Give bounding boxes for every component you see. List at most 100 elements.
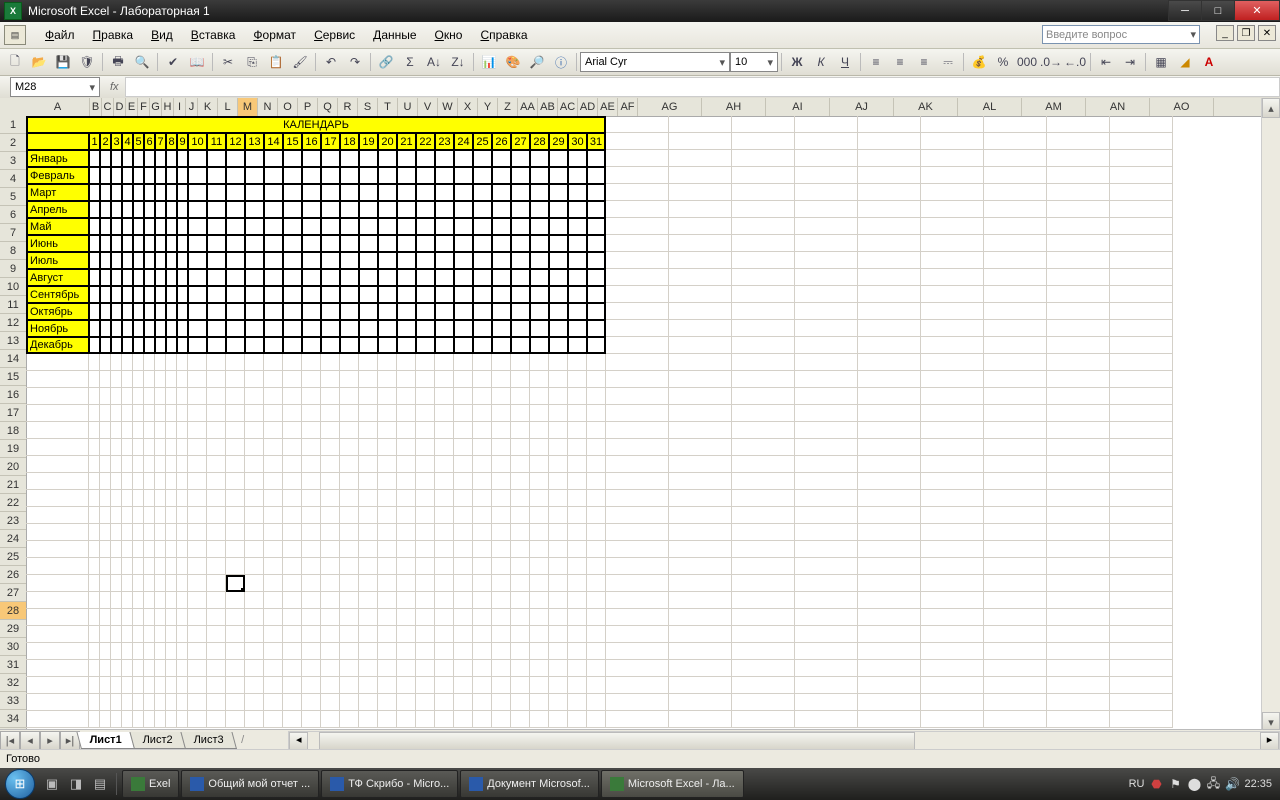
row-header[interactable]: 3	[0, 152, 26, 170]
increase-decimal-icon[interactable]: .0→	[1041, 52, 1061, 72]
col-header[interactable]: AO	[1150, 98, 1214, 116]
autosum-icon[interactable]: Σ	[400, 52, 420, 72]
row-header[interactable]: 13	[0, 332, 26, 350]
scroll-left-icon[interactable]: ◂	[289, 732, 308, 751]
menu-Данные[interactable]: Данные	[364, 25, 425, 45]
col-header[interactable]: V	[418, 98, 438, 116]
tab-nav-prev-icon[interactable]: ◂	[20, 731, 40, 750]
col-header[interactable]: O	[278, 98, 298, 116]
row-header[interactable]: 2	[0, 134, 26, 152]
sort-asc-icon[interactable]: A↓	[424, 52, 444, 72]
bold-icon[interactable]: Ж	[787, 52, 807, 72]
col-header[interactable]: W	[438, 98, 458, 116]
row-header[interactable]: 21	[0, 476, 26, 494]
col-header[interactable]: P	[298, 98, 318, 116]
preview-icon[interactable]: 🔍	[132, 52, 152, 72]
doc-restore-button[interactable]: ❐	[1237, 25, 1255, 41]
column-headers[interactable]: ABCDEFGHIJKLMNOPQRSTUVWXYZAAABACADAEAFAG…	[26, 98, 1262, 117]
print-icon[interactable]: 🖶	[108, 52, 128, 72]
fx-icon[interactable]: fx	[110, 81, 119, 93]
name-box[interactable]: M28▾	[10, 77, 100, 97]
menu-Окно[interactable]: Окно	[426, 25, 472, 45]
col-header[interactable]: AL	[958, 98, 1022, 116]
clock[interactable]: 22:35	[1244, 778, 1272, 790]
row-header[interactable]: 15	[0, 368, 26, 386]
row-header[interactable]: 26	[0, 566, 26, 584]
row-header[interactable]: 25	[0, 548, 26, 566]
col-header[interactable]: R	[338, 98, 358, 116]
col-header[interactable]: X	[458, 98, 478, 116]
col-header[interactable]: Z	[498, 98, 518, 116]
row-header[interactable]: 7	[0, 224, 26, 242]
increase-indent-icon[interactable]: ⇥	[1120, 52, 1140, 72]
align-left-icon[interactable]: ≡	[866, 52, 886, 72]
hyperlink-icon[interactable]: 🔗	[376, 52, 396, 72]
sheet-tab[interactable]: Лист3	[181, 732, 238, 749]
tray-volume-icon[interactable]: 🔊	[1225, 777, 1239, 791]
row-header[interactable]: 29	[0, 620, 26, 638]
col-header[interactable]: AN	[1086, 98, 1150, 116]
menu-Вид[interactable]: Вид	[142, 25, 182, 45]
row-header[interactable]: 16	[0, 386, 26, 404]
col-header[interactable]: C	[102, 98, 114, 116]
menu-Формат[interactable]: Формат	[244, 25, 305, 45]
research-icon[interactable]: 📖	[187, 52, 207, 72]
col-header[interactable]: F	[138, 98, 150, 116]
merge-icon[interactable]: ⎓	[938, 52, 958, 72]
quick-launch-icon[interactable]: ◨	[65, 773, 87, 795]
col-header[interactable]: B	[90, 98, 102, 116]
col-header[interactable]: AD	[578, 98, 598, 116]
doc-minimize-button[interactable]: _	[1216, 25, 1234, 41]
menu-Правка[interactable]: Правка	[84, 25, 143, 45]
tray-network-icon[interactable]: 🖧	[1206, 777, 1220, 791]
horizontal-scrollbar[interactable]: ◂ ▸	[288, 731, 1280, 750]
sheet-tab[interactable]: Лист2	[130, 732, 187, 749]
decrease-decimal-icon[interactable]: ←.0	[1065, 52, 1085, 72]
row-header[interactable]: 18	[0, 422, 26, 440]
sheet-tab[interactable]: Лист1	[76, 732, 135, 749]
new-icon[interactable]: 🗋	[5, 52, 25, 72]
sort-desc-icon[interactable]: Z↓	[448, 52, 468, 72]
row-header[interactable]: 4	[0, 170, 26, 188]
col-header[interactable]: K	[198, 98, 218, 116]
col-header[interactable]: A	[26, 98, 90, 116]
row-header[interactable]: 12	[0, 314, 26, 332]
row-header[interactable]: 27	[0, 584, 26, 602]
doc-close-button[interactable]: ✕	[1258, 25, 1276, 41]
currency-icon[interactable]: 💰	[969, 52, 989, 72]
menu-Файл[interactable]: Файл	[36, 25, 84, 45]
row-header[interactable]: 6	[0, 206, 26, 224]
col-header[interactable]: G	[150, 98, 162, 116]
cells-area[interactable]: КАЛЕНДАРЬ1234567891011121314151617181920…	[26, 116, 1262, 732]
row-header[interactable]: 31	[0, 656, 26, 674]
tray-icon[interactable]: ⬤	[1187, 777, 1201, 791]
format-painter-icon[interactable]: 🖌	[290, 52, 310, 72]
row-header[interactable]: 20	[0, 458, 26, 476]
scroll-right-icon[interactable]: ▸	[1260, 732, 1279, 751]
col-header[interactable]: H	[162, 98, 174, 116]
start-button[interactable]: ⊞	[0, 768, 40, 800]
cut-icon[interactable]: ✂	[218, 52, 238, 72]
zoom-icon[interactable]: 🔎	[527, 52, 547, 72]
col-header[interactable]: AF	[618, 98, 638, 116]
tab-nav-next-icon[interactable]: ▸	[40, 731, 60, 750]
col-header[interactable]: J	[186, 98, 198, 116]
language-indicator[interactable]: RU	[1129, 778, 1145, 790]
maximize-button[interactable]: □	[1201, 0, 1235, 21]
row-header[interactable]: 32	[0, 674, 26, 692]
chart-icon[interactable]: 📊	[479, 52, 499, 72]
col-header[interactable]: AJ	[830, 98, 894, 116]
taskbar-button[interactable]: Документ Microsof...	[460, 770, 599, 798]
row-header[interactable]: 1	[0, 116, 26, 134]
col-header[interactable]: M	[238, 98, 258, 116]
row-header[interactable]: 5	[0, 188, 26, 206]
row-header[interactable]: 17	[0, 404, 26, 422]
col-header[interactable]: AH	[702, 98, 766, 116]
col-header[interactable]: AI	[766, 98, 830, 116]
quick-launch-icon[interactable]: ▤	[89, 773, 111, 795]
minimize-button[interactable]: ─	[1168, 0, 1202, 21]
col-header[interactable]: AB	[538, 98, 558, 116]
col-header[interactable]: U	[398, 98, 418, 116]
menu-Сервис[interactable]: Сервис	[305, 25, 364, 45]
select-all-corner[interactable]	[0, 98, 27, 117]
